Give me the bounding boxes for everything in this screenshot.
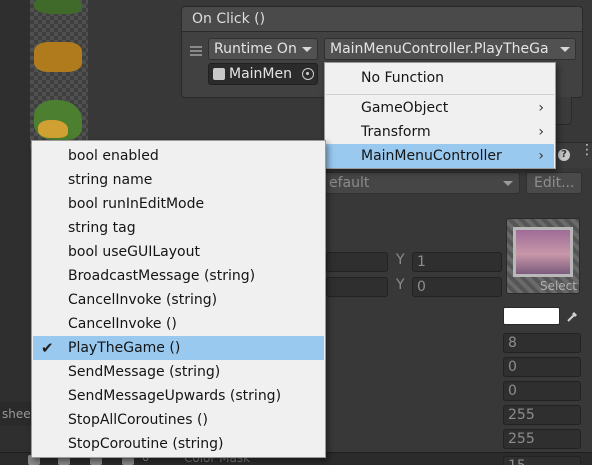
- target-object-field[interactable]: MainMen: [208, 63, 318, 85]
- menu-item-label: bool useGUILayout: [68, 244, 200, 260]
- submenu-item-use-gui-layout[interactable]: bool useGUILayout: [33, 240, 324, 264]
- menu-item-label: SendMessage (string): [68, 364, 221, 380]
- value-field[interactable]: 8: [503, 333, 581, 353]
- menu-item-label: StopAllCoroutines (): [68, 412, 208, 428]
- sprite-tile: [34, 0, 82, 14]
- function-dropdown[interactable]: MainMenuController.PlayTheGa: [324, 38, 576, 60]
- function-label: MainMenuController.PlayTheGa: [330, 41, 549, 57]
- value-field[interactable]: 15: [503, 456, 581, 465]
- chevron-right-icon: ›: [538, 100, 544, 116]
- submenu-item-send-message-upwards[interactable]: SendMessageUpwards (string): [33, 384, 324, 408]
- checkmark-icon: ✔: [41, 339, 54, 357]
- menu-item-label: string name: [68, 172, 153, 188]
- value-field[interactable]: 0: [503, 357, 581, 377]
- submenu-item-bool-enabled[interactable]: bool enabled: [33, 144, 324, 168]
- submenu-item-string-name[interactable]: string name: [33, 168, 324, 192]
- runtime-mode-dropdown[interactable]: Runtime On: [208, 38, 318, 60]
- submenu-item-stop-all-coroutines[interactable]: StopAllCoroutines (): [33, 408, 324, 432]
- menu-item-label: MainMenuController: [361, 148, 502, 164]
- menu-item-label: CancelInvoke (): [68, 316, 177, 332]
- menu-item-label: bool runInEditMode: [68, 196, 205, 212]
- x-field[interactable]: [326, 277, 388, 297]
- sprite-sheet-preview[interactable]: [30, 0, 88, 150]
- submenu-item-run-in-edit-mode[interactable]: bool runInEditMode: [33, 192, 324, 216]
- more-options-icon[interactable]: ⋮: [580, 143, 592, 162]
- menu-item-transform[interactable]: Transform ›: [326, 120, 554, 144]
- submenu-item-play-the-game[interactable]: ✔ PlayTheGame (): [33, 336, 324, 360]
- sprite-thumbnail: [513, 227, 573, 277]
- submenu-item-cancel-invoke-string[interactable]: CancelInvoke (string): [33, 288, 324, 312]
- submenu-item-broadcast-message[interactable]: BroadcastMessage (string): [33, 264, 324, 288]
- on-click-header: On Click (): [181, 6, 583, 32]
- menu-item-label: StopCoroutine (string): [68, 436, 224, 452]
- y-axis-label: Y: [396, 277, 405, 293]
- menu-separator: [326, 94, 554, 95]
- left-gutter: [0, 0, 30, 465]
- chevron-down-icon: [503, 181, 513, 186]
- menu-item-label: CancelInvoke (string): [68, 292, 218, 308]
- menu-item-label: string tag: [68, 220, 136, 236]
- runtime-mode-label: Runtime On: [214, 41, 297, 57]
- material-label: efault: [329, 175, 370, 191]
- y-axis-label: Y: [396, 252, 405, 268]
- object-picker-icon[interactable]: [302, 68, 314, 80]
- menu-item-no-function[interactable]: No Function: [326, 66, 554, 90]
- menu-item-label: bool enabled: [68, 148, 159, 164]
- chevron-right-icon: ›: [538, 148, 544, 164]
- chevron-down-icon: [302, 47, 312, 52]
- menu-item-label: No Function: [361, 70, 445, 86]
- chevron-down-icon: [560, 47, 570, 52]
- value-field[interactable]: 0: [503, 381, 581, 401]
- menu-item-label: SendMessageUpwards (string): [68, 388, 282, 404]
- edit-button[interactable]: Edit...: [526, 172, 582, 194]
- value-field[interactable]: 255: [503, 429, 581, 449]
- color-field[interactable]: [503, 307, 560, 325]
- target-object-label: MainMen: [229, 66, 292, 82]
- sprite-preview[interactable]: Select: [506, 218, 580, 294]
- material-dropdown[interactable]: efault: [324, 172, 520, 194]
- menu-item-mainmenucontroller[interactable]: MainMenuController ›: [326, 144, 554, 168]
- y-field-2[interactable]: 0: [412, 277, 502, 297]
- select-button[interactable]: Select: [540, 279, 577, 293]
- y-field-1[interactable]: 1: [412, 252, 502, 272]
- function-context-menu: No Function GameObject › Transform › Mai…: [324, 62, 556, 169]
- submenu-item-string-tag[interactable]: string tag: [33, 216, 324, 240]
- menu-item-gameobject[interactable]: GameObject ›: [326, 96, 554, 120]
- asset-label[interactable]: shee: [0, 402, 32, 426]
- mainmenucontroller-submenu: bool enabled string name bool runInEditM…: [31, 140, 326, 458]
- menu-item-label: Transform: [361, 124, 431, 140]
- gameobject-icon: [213, 68, 225, 80]
- x-field[interactable]: [326, 252, 388, 272]
- menu-item-label: PlayTheGame (): [68, 340, 181, 356]
- eyedropper-icon[interactable]: [566, 309, 580, 323]
- drag-handle-icon[interactable]: [190, 46, 202, 56]
- help-icon[interactable]: ?: [558, 149, 570, 161]
- chevron-right-icon: ›: [538, 124, 544, 140]
- value-field[interactable]: 255: [503, 405, 581, 425]
- menu-item-label: GameObject: [361, 100, 449, 116]
- menu-item-label: BroadcastMessage (string): [68, 268, 256, 284]
- sprite-tile: [38, 120, 68, 138]
- submenu-item-send-message[interactable]: SendMessage (string): [33, 360, 324, 384]
- sprite-tile: [34, 42, 82, 72]
- submenu-item-cancel-invoke[interactable]: CancelInvoke (): [33, 312, 324, 336]
- submenu-item-stop-coroutine[interactable]: StopCoroutine (string): [33, 432, 324, 456]
